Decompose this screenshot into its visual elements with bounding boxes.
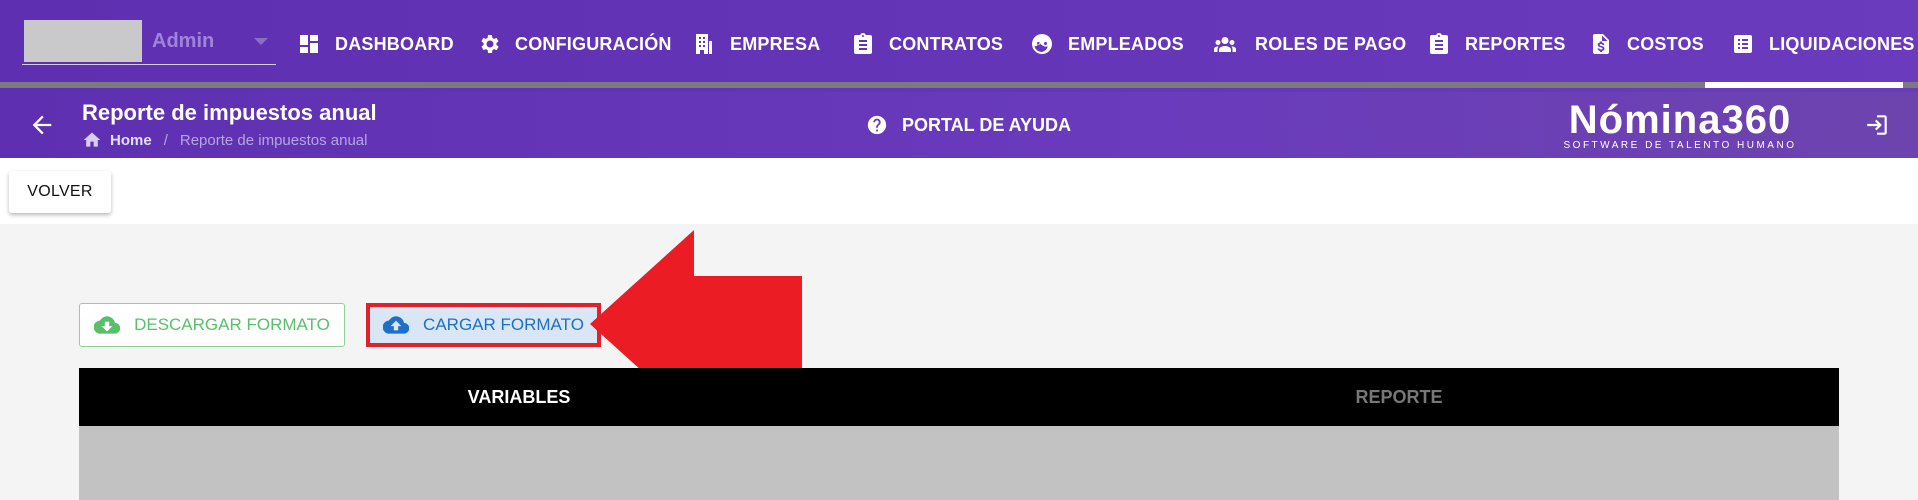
nav-reportes-label: REPORTES bbox=[1465, 33, 1566, 54]
tab-content-panel bbox=[79, 426, 1839, 500]
home-icon bbox=[83, 132, 101, 147]
breadcrumb-home-link[interactable]: Home bbox=[110, 132, 152, 149]
nav-dashboard[interactable]: DASHBOARD bbox=[297, 26, 454, 62]
breadcrumb: Home / Reporte de impuestos anual bbox=[82, 130, 367, 150]
nav-costos[interactable]: COSTOS bbox=[1589, 26, 1704, 62]
brand-tagline: SOFTWARE DE TALENTO HUMANO bbox=[1563, 140, 1797, 151]
breadcrumb-separator: / bbox=[163, 131, 168, 149]
nav-empleados-label: EMPLEADOS bbox=[1068, 33, 1184, 54]
nav-empresa[interactable]: EMPRESA bbox=[692, 26, 820, 62]
gear-icon bbox=[481, 35, 499, 53]
cloud-upload-icon bbox=[383, 316, 410, 334]
logout-button[interactable] bbox=[1864, 112, 1890, 138]
nav-active-indicator bbox=[1705, 82, 1903, 88]
nav-empleados[interactable]: EMPLEADOS bbox=[1030, 26, 1184, 62]
upload-format-button[interactable]: CARGAR FORMATO bbox=[366, 303, 601, 347]
nav-divider bbox=[0, 82, 1918, 88]
page-title: Reporte de impuestos anual bbox=[82, 100, 377, 125]
cloud-download-icon bbox=[94, 316, 121, 334]
people-icon bbox=[1214, 37, 1236, 52]
action-toolbar: VOLVER bbox=[0, 158, 1918, 224]
top-navbar: Admin DASHBOARD CONFIGURACIÓN EMPRESA CO… bbox=[0, 0, 1918, 92]
role-label: Admin bbox=[152, 30, 215, 52]
help-portal-label: PORTAL DE AYUDA bbox=[902, 114, 1072, 135]
nav-roles-label: ROLES DE PAGO bbox=[1255, 33, 1407, 54]
invoice-dollar-icon bbox=[1593, 34, 1609, 54]
upload-format-label: CARGAR FORMATO bbox=[423, 315, 584, 334]
nav-liquidaciones-label: LIQUIDACIONES bbox=[1769, 33, 1915, 54]
nav-empresa-label: EMPRESA bbox=[730, 33, 821, 54]
brand-name: Nómina360 bbox=[1568, 98, 1792, 142]
nav-contratos[interactable]: CONTRATOS bbox=[851, 26, 1003, 62]
breadcrumb-current: Reporte de impuestos anual bbox=[179, 131, 368, 149]
tab-bar: VARIABLES REPORTE bbox=[79, 368, 1839, 426]
building-icon bbox=[696, 34, 712, 54]
tab-reporte[interactable]: REPORTE bbox=[959, 368, 1839, 426]
brand-logo: Nómina360 SOFTWARE DE TALENTO HUMANO bbox=[1560, 96, 1800, 151]
company-selector[interactable]: Admin bbox=[22, 20, 276, 65]
arrow-left-icon bbox=[32, 115, 52, 135]
logout-icon bbox=[1867, 115, 1887, 135]
nav-costos-label: COSTOS bbox=[1627, 33, 1704, 54]
nav-configuracion-label: CONFIGURACIÓN bbox=[515, 33, 672, 54]
page-header: Reporte de impuestos anual Home / Report… bbox=[0, 92, 1918, 158]
tab-variables[interactable]: VARIABLES bbox=[79, 368, 959, 426]
company-name-redacted bbox=[24, 20, 142, 62]
help-circle-icon bbox=[867, 115, 887, 135]
volver-button[interactable]: VOLVER bbox=[9, 171, 111, 213]
clipboard-icon bbox=[854, 33, 872, 54]
nav-dashboard-label: DASHBOARD bbox=[335, 33, 454, 54]
nav-reportes[interactable]: REPORTES bbox=[1427, 26, 1566, 62]
chevron-down-icon[interactable] bbox=[254, 38, 268, 45]
clipboard-icon bbox=[1430, 33, 1448, 54]
back-arrow-button[interactable] bbox=[28, 111, 56, 139]
nav-configuracion[interactable]: CONFIGURACIÓN bbox=[477, 26, 672, 62]
nav-contratos-label: CONTRATOS bbox=[889, 33, 1004, 54]
nav-liquidaciones[interactable]: LIQUIDACIONES bbox=[1731, 26, 1915, 62]
face-icon bbox=[1032, 34, 1052, 54]
nav-roles-de-pago[interactable]: ROLES DE PAGO bbox=[1209, 26, 1406, 62]
list-icon bbox=[1734, 35, 1752, 53]
download-format-label: DESCARGAR FORMATO bbox=[134, 315, 330, 334]
download-format-button[interactable]: DESCARGAR FORMATO bbox=[79, 303, 345, 347]
dashboard-icon bbox=[300, 35, 318, 53]
help-portal-link[interactable]: PORTAL DE AYUDA bbox=[866, 114, 1071, 136]
